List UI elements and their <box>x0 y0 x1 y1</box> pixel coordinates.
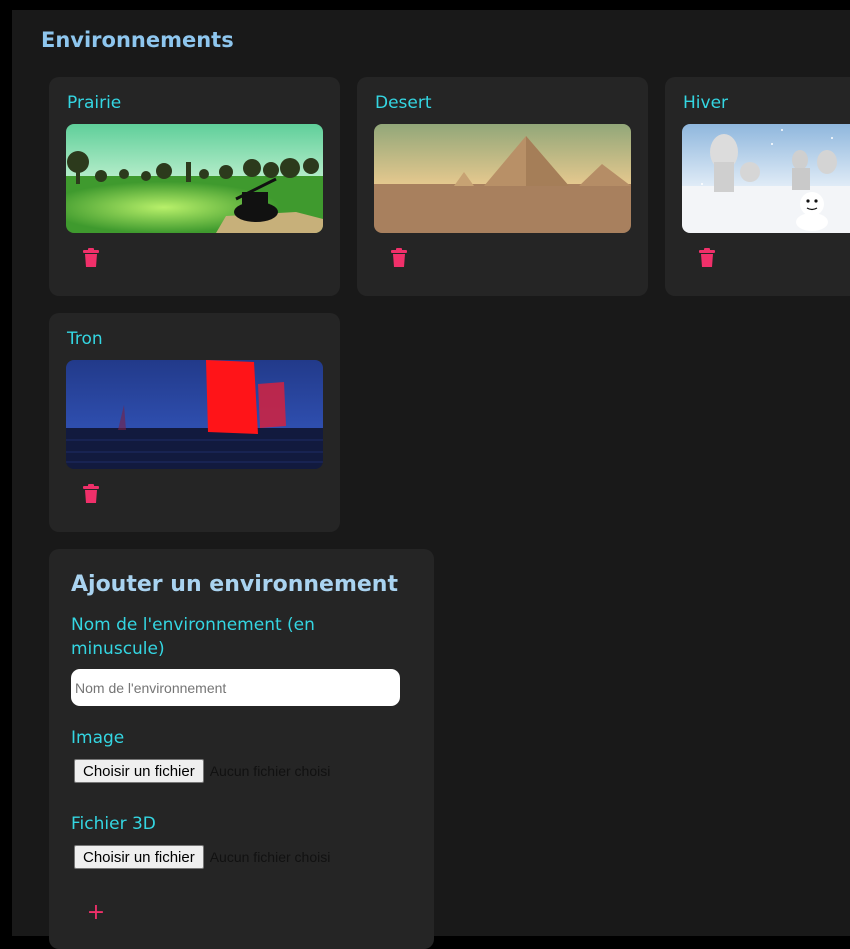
choose-model-button[interactable]: Choisir un fichier <box>74 845 204 869</box>
environment-thumbnail-desert <box>374 124 631 233</box>
delete-environment-button[interactable] <box>698 248 716 268</box>
image-file-input[interactable]: Choisir un fichier Aucun fichier choisi <box>74 759 330 783</box>
image-field-label: Image <box>71 728 125 748</box>
environment-name-input[interactable] <box>71 669 400 706</box>
model-field-label: Fichier 3D <box>71 814 156 834</box>
form-title: Ajouter un environnement <box>71 572 398 597</box>
environment-name: Tron <box>67 329 103 349</box>
trash-icon <box>390 248 408 268</box>
choose-image-button[interactable]: Choisir un fichier <box>74 759 204 783</box>
add-environment-form: Ajouter un environnement Nom de l'enviro… <box>49 549 434 949</box>
environment-thumbnail-hiver <box>682 124 850 233</box>
plus-icon: + <box>86 900 106 925</box>
delete-environment-button[interactable] <box>82 484 100 504</box>
trash-icon <box>698 248 716 268</box>
trash-icon <box>82 484 100 504</box>
environment-thumbnail-tron <box>66 360 323 469</box>
environment-thumbnail-prairie <box>66 124 323 233</box>
environment-card-tron[interactable]: Tron <box>49 313 340 532</box>
environment-name: Prairie <box>67 93 122 113</box>
environment-name: Hiver <box>683 93 729 113</box>
model-file-input[interactable]: Choisir un fichier Aucun fichier choisi <box>74 845 330 869</box>
environment-name: Desert <box>375 93 432 113</box>
name-field-label: Nom de l'environnement (en minuscule) <box>71 615 315 659</box>
model-file-status: Aucun fichier choisi <box>209 849 331 865</box>
delete-environment-button[interactable] <box>390 248 408 268</box>
delete-environment-button[interactable] <box>82 248 100 268</box>
environment-card-prairie[interactable]: Prairie <box>49 77 340 296</box>
environment-card-hiver[interactable]: Hiver <box>665 77 850 296</box>
environment-card-desert[interactable]: Desert <box>357 77 648 296</box>
trash-icon <box>82 248 100 268</box>
add-environment-button[interactable]: + <box>86 900 106 925</box>
section-title: Environnements <box>41 28 234 52</box>
image-file-status: Aucun fichier choisi <box>209 763 331 779</box>
